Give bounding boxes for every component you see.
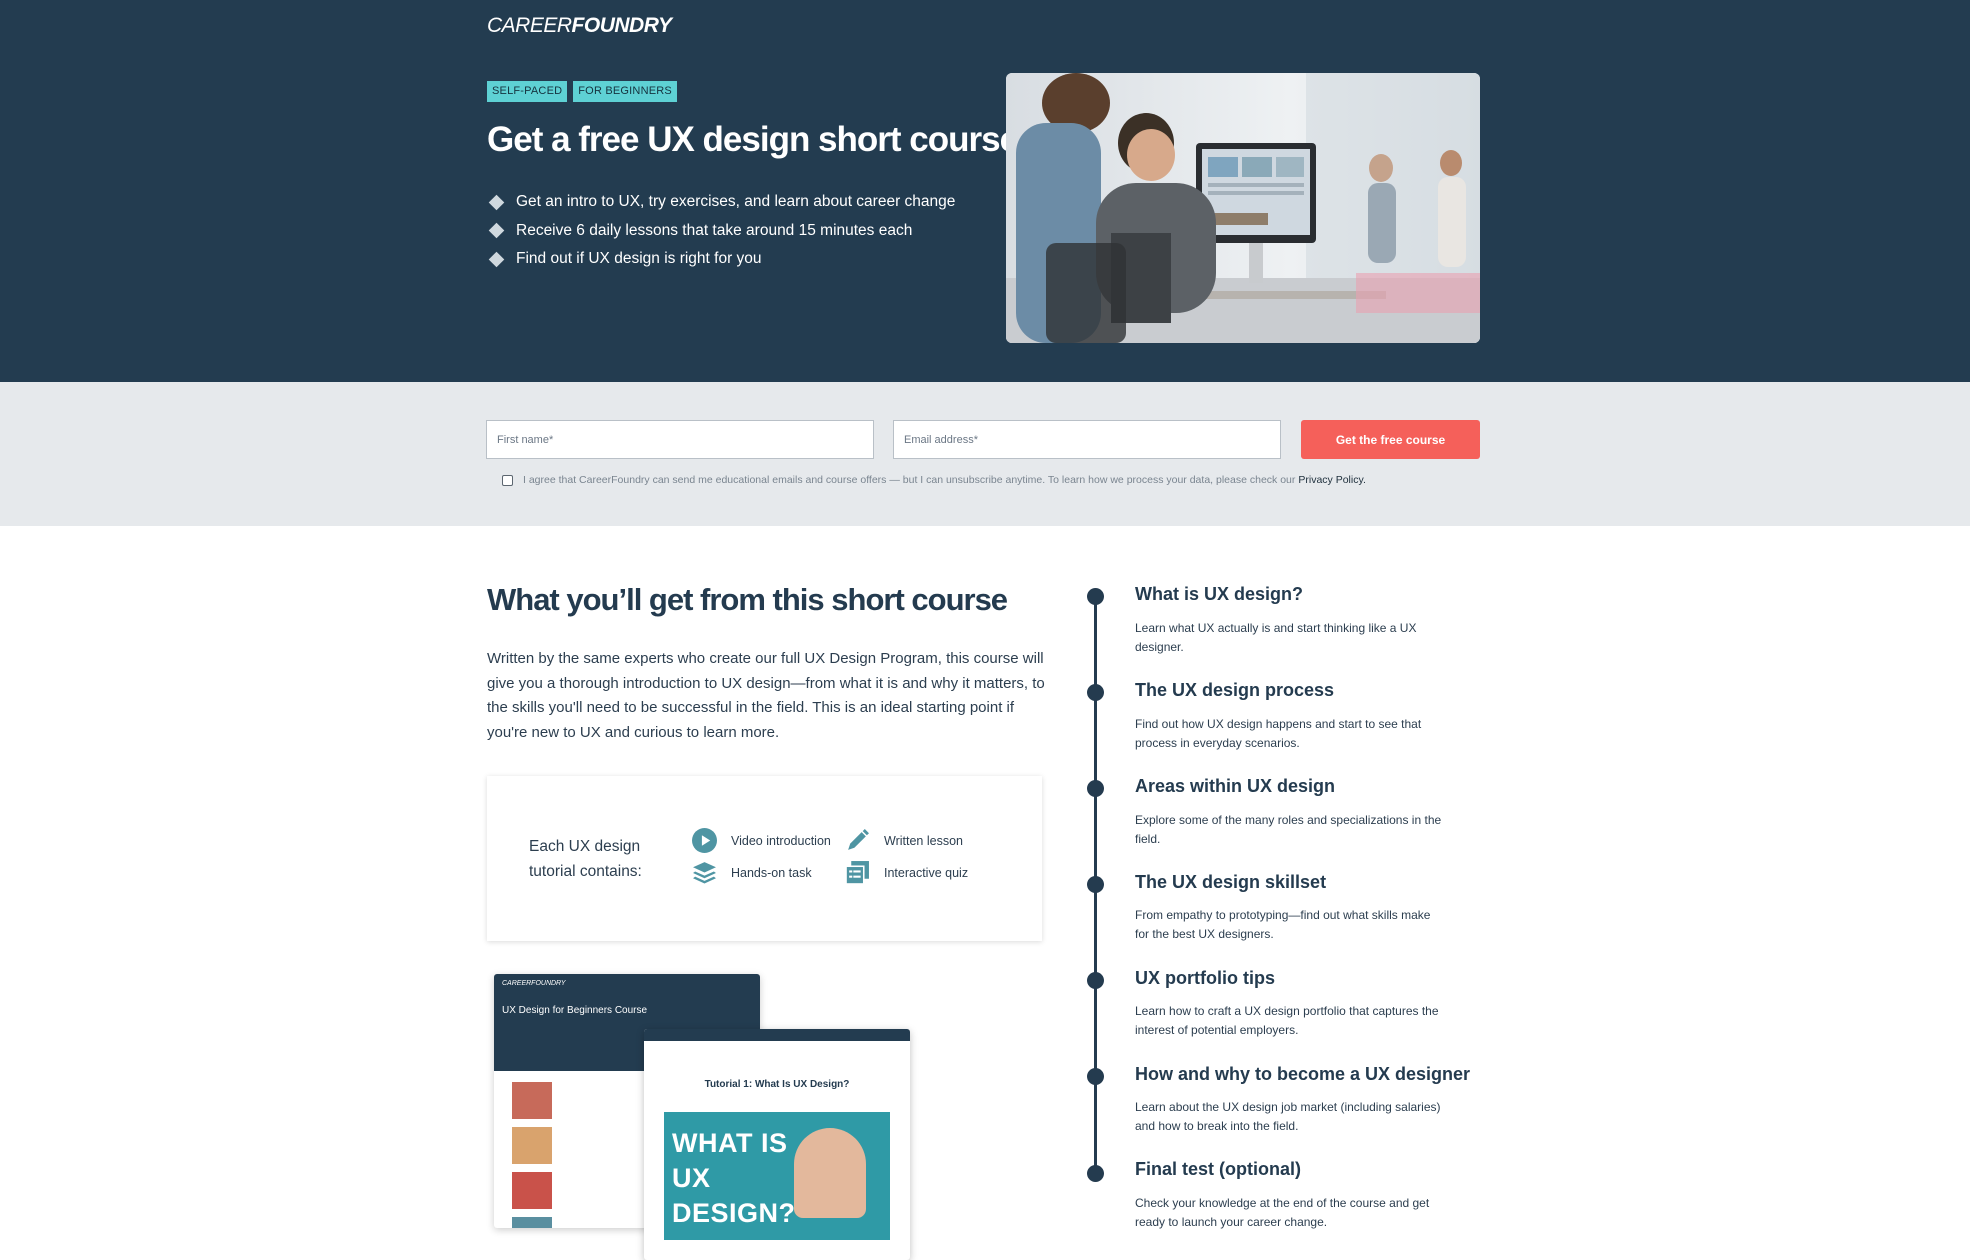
- email-input[interactable]: [893, 420, 1281, 459]
- quiz-list-icon: [845, 861, 869, 885]
- diamond-bullet-icon: [488, 194, 505, 211]
- tutorial-contains-label: Each UX design tutorial contains:: [529, 838, 642, 880]
- layers-icon: [693, 862, 716, 884]
- tutorial-lesson-screen: Tutorial 1: What Is UX Design? WHAT IS U…: [644, 1029, 910, 1260]
- tutorial-thumbnail: [512, 1127, 552, 1164]
- tag-for-beginners: FOR BEGINNERS: [573, 81, 677, 102]
- play-circle-icon: [692, 828, 717, 853]
- timeline-dot: [1087, 780, 1104, 797]
- timeline-item-title: What is UX design?: [1135, 584, 1304, 604]
- timeline-item-desc: Learn how to craft a UX design portfolio…: [1135, 1004, 1439, 1037]
- presenter-face: [794, 1128, 866, 1218]
- hero-bullet-list: Get an intro to UX, try exercises, and l…: [487, 188, 955, 274]
- diamond-bullet-icon: [488, 251, 505, 268]
- careerfoundry-logo[interactable]: CAREERFOUNDRY: [487, 14, 672, 38]
- course-tags: SELF-PACED FOR BEGINNERS: [487, 81, 677, 102]
- lesson-video-thumbnail: WHAT IS UX DESIGN?: [664, 1112, 890, 1240]
- privacy-policy-link[interactable]: Privacy Policy.: [1298, 474, 1366, 486]
- content-item-written: Written lesson: [845, 828, 963, 853]
- timeline-item-title: UX portfolio tips: [1135, 968, 1275, 988]
- timeline-item-desc: Check your knowledge at the end of the c…: [1135, 1196, 1430, 1229]
- course-preview-mockup: CAREERFOUNDRY UX Design for Beginners Co…: [494, 974, 914, 1260]
- timeline-item-title: Areas within UX design: [1135, 776, 1336, 796]
- consent-row: I agree that CareerFoundry can send me e…: [502, 474, 1366, 486]
- timeline-item-desc: Learn what UX actually is and start thin…: [1135, 621, 1417, 654]
- timeline-dot: [1087, 876, 1104, 893]
- pencil-icon: [848, 829, 869, 850]
- signup-form-band: Get the free course I agree that CareerF…: [0, 382, 1970, 526]
- timeline-item-title: How and why to become a UX designer: [1135, 1064, 1471, 1084]
- timeline-item-title: The UX design skillset: [1135, 872, 1327, 892]
- timeline-item-desc: Learn about the UX design job market (in…: [1135, 1100, 1441, 1133]
- hero-bullet: Get an intro to UX, try exercises, and l…: [487, 188, 955, 217]
- content-item-quiz: Interactive quiz: [845, 860, 968, 885]
- timeline-dot: [1087, 588, 1104, 605]
- timeline-item-desc: Find out how UX design happens and start…: [1135, 717, 1422, 750]
- hero-photo-office-workers: [1006, 73, 1480, 343]
- timeline-dot: [1087, 1068, 1104, 1085]
- tutorial-thumbnail: [512, 1082, 552, 1119]
- timeline-item-title: The UX design process: [1135, 680, 1335, 700]
- tutorial-contents-card: Each UX design tutorial contains: Video …: [487, 776, 1042, 941]
- diamond-bullet-icon: [488, 222, 505, 239]
- content-item-task: Hands-on task: [692, 860, 812, 885]
- get-free-course-button[interactable]: Get the free course: [1301, 420, 1480, 459]
- consent-checkbox[interactable]: [502, 474, 513, 486]
- course-section-title: What you’ll get from this short course: [487, 582, 1008, 617]
- timeline-item-title: Final test (optional): [1135, 1159, 1301, 1179]
- tutorial-thumbnail: [512, 1217, 552, 1228]
- content-item-video: Video introduction: [692, 828, 831, 853]
- course-description: Written by the same experts who create o…: [487, 650, 1045, 741]
- timeline-dot: [1087, 684, 1104, 701]
- tutorial-thumbnail: [512, 1172, 552, 1209]
- timeline-dot: [1087, 972, 1104, 989]
- timeline-item-desc: Explore some of the many roles and speci…: [1135, 813, 1442, 846]
- hero-title: Get a free UX design short course: [487, 120, 1019, 159]
- first-name-input[interactable]: [486, 420, 874, 459]
- hero-bullet: Find out if UX design is right for you: [487, 245, 955, 274]
- hero-bullet: Receive 6 daily lessons that take around…: [487, 217, 955, 246]
- consent-text: I agree that CareerFoundry can send me e…: [523, 474, 1296, 486]
- tag-self-paced: SELF-PACED: [487, 81, 568, 102]
- timeline-item-desc: From empathy to prototyping—find out wha…: [1135, 908, 1431, 941]
- hero-section: CAREERFOUNDRY SELF-PACED FOR BEGINNERS G…: [0, 0, 1970, 382]
- timeline-dot: [1087, 1165, 1104, 1182]
